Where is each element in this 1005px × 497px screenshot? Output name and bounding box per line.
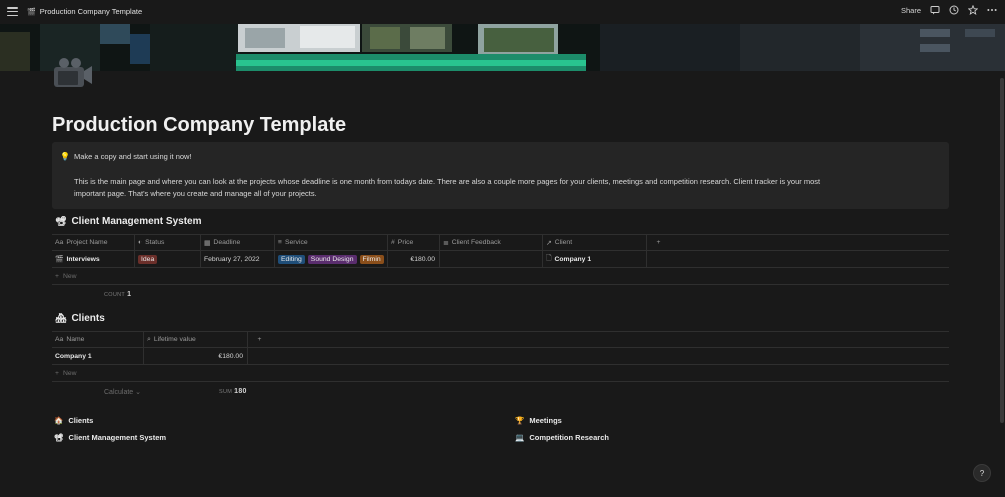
col-project-name[interactable]: Aa Project Name — [52, 235, 135, 250]
chevron-down-icon: ⌄ — [135, 389, 142, 396]
page-title[interactable]: Production Company Template — [52, 114, 346, 137]
breadcrumb[interactable]: 🎬 Production Company Template — [27, 7, 142, 16]
cms-heading[interactable]: 📽 Client Management System — [55, 216, 201, 227]
col-price[interactable]: # Price — [388, 235, 440, 250]
status-prop-icon: ◐ — [138, 239, 143, 246]
house-icon: 🏠 — [54, 416, 64, 425]
video-camera-icon[interactable] — [52, 57, 94, 89]
service-tag: Sound Design — [307, 254, 357, 264]
more-options-icon[interactable] — [987, 5, 997, 15]
service-tag: Editing — [278, 254, 305, 264]
col-service[interactable]: ≡ Service — [275, 235, 388, 250]
camera-icon: 🎬 — [55, 256, 64, 263]
cms-table-header: Aa Project Name ◐ Status ▦ Deadline ≡ Servic… — [52, 234, 949, 251]
count-aggregate[interactable]: COUNT 1 — [104, 291, 131, 298]
star-icon[interactable] — [968, 5, 978, 15]
title-prop-icon: Aa — [55, 336, 64, 343]
add-property-button[interactable]: + — [647, 235, 667, 250]
clients-table-header: Aa Name ⌕ Lifetime value + — [52, 331, 949, 348]
comment-icon[interactable] — [930, 5, 940, 15]
search-icon: ⌕ — [147, 335, 151, 343]
cell-service[interactable]: Editing Sound Design Filmin — [275, 251, 388, 267]
scrollbar[interactable] — [1000, 78, 1004, 423]
film-icon: 📽 — [55, 216, 67, 226]
link-competition-research[interactable]: 💻 Competition Research — [515, 433, 609, 442]
breadcrumb-title: Production Company Template — [39, 7, 143, 16]
clients-title: Clients — [71, 313, 105, 324]
sum-aggregate[interactable]: SUM 180 — [219, 388, 247, 395]
share-button[interactable]: Share — [901, 6, 921, 15]
col-deadline[interactable]: ▦ Deadline — [201, 235, 275, 250]
callout-block[interactable]: 💡 Make a copy and start using it now! Th… — [52, 142, 949, 209]
number-icon: # — [391, 239, 395, 246]
title-prop-icon: Aa — [55, 239, 64, 246]
link-client-management-system[interactable]: 📽 Client Management System — [54, 433, 166, 442]
cell-client-feedback[interactable] — [440, 251, 543, 267]
link-meetings[interactable]: 🏆 Meetings — [515, 416, 562, 425]
calendar-icon: ▦ — [204, 239, 211, 247]
help-button[interactable]: ? — [973, 464, 991, 482]
link-clients[interactable]: 🏠 Clients — [54, 416, 93, 425]
cell-project-name[interactable]: 🎬 Interviews — [52, 251, 135, 267]
col-status[interactable]: ◐ Status — [135, 235, 201, 250]
cover-image[interactable] — [0, 24, 1005, 71]
plus-icon: + — [55, 369, 59, 377]
col-client[interactable]: ↗ Client — [543, 235, 647, 250]
cell-client[interactable]: 🗋 Company 1 — [543, 251, 647, 267]
cell-status[interactable]: Idea — [135, 251, 201, 267]
plus-icon: + — [55, 272, 59, 280]
table-row[interactable]: 🎬 Interviews Idea February 27, 2022 Editi… — [52, 251, 949, 268]
add-property-button[interactable]: + — [248, 332, 268, 347]
camera-icon: 🎬 — [27, 8, 36, 16]
service-tag: Filmin — [359, 254, 384, 264]
house-icon: 🏘 — [55, 313, 67, 323]
trophy-icon: 🏆 — [515, 416, 525, 425]
col-lifetime-value[interactable]: ⌕ Lifetime value — [144, 332, 248, 347]
clients-heading[interactable]: 🏘 Clients — [55, 313, 105, 324]
laptop-icon: 💻 — [515, 433, 525, 442]
page-icon: 🗋 — [546, 254, 552, 262]
menu-icon[interactable] — [7, 6, 18, 17]
table-row[interactable]: Company 1 €180.00 — [52, 348, 949, 365]
status-badge: Idea — [138, 254, 158, 264]
film-icon: 📽 — [54, 433, 64, 442]
relation-icon: ↗ — [546, 239, 552, 247]
cell-deadline[interactable]: February 27, 2022 — [201, 251, 275, 267]
col-name[interactable]: Aa Name — [52, 332, 144, 347]
callout-line-3: important page. That's where you create … — [74, 189, 317, 198]
new-row-button[interactable]: + New — [52, 365, 949, 382]
list-icon: ≡ — [278, 239, 282, 246]
text-prop-icon: ≣ — [443, 239, 449, 247]
lightbulb-icon: 💡 — [60, 152, 70, 161]
col-client-feedback[interactable]: ≣ Client Feedback — [440, 235, 543, 250]
callout-line-1: Make a copy and start using it now! — [74, 152, 192, 161]
new-row-button[interactable]: + New — [52, 268, 949, 285]
calculate-button[interactable]: Calculate ⌄ — [104, 388, 141, 396]
cell-price[interactable]: €180.00 — [388, 251, 440, 267]
cms-title: Client Management System — [71, 216, 202, 227]
cell-lifetime-value[interactable]: €180.00 — [144, 348, 248, 364]
callout-line-2: This is the main page and where you can … — [74, 177, 821, 186]
top-bar: 🎬 Production Company Template Share — [0, 0, 1005, 24]
cell-name[interactable]: Company 1 — [52, 348, 144, 364]
clock-icon[interactable] — [949, 5, 959, 15]
